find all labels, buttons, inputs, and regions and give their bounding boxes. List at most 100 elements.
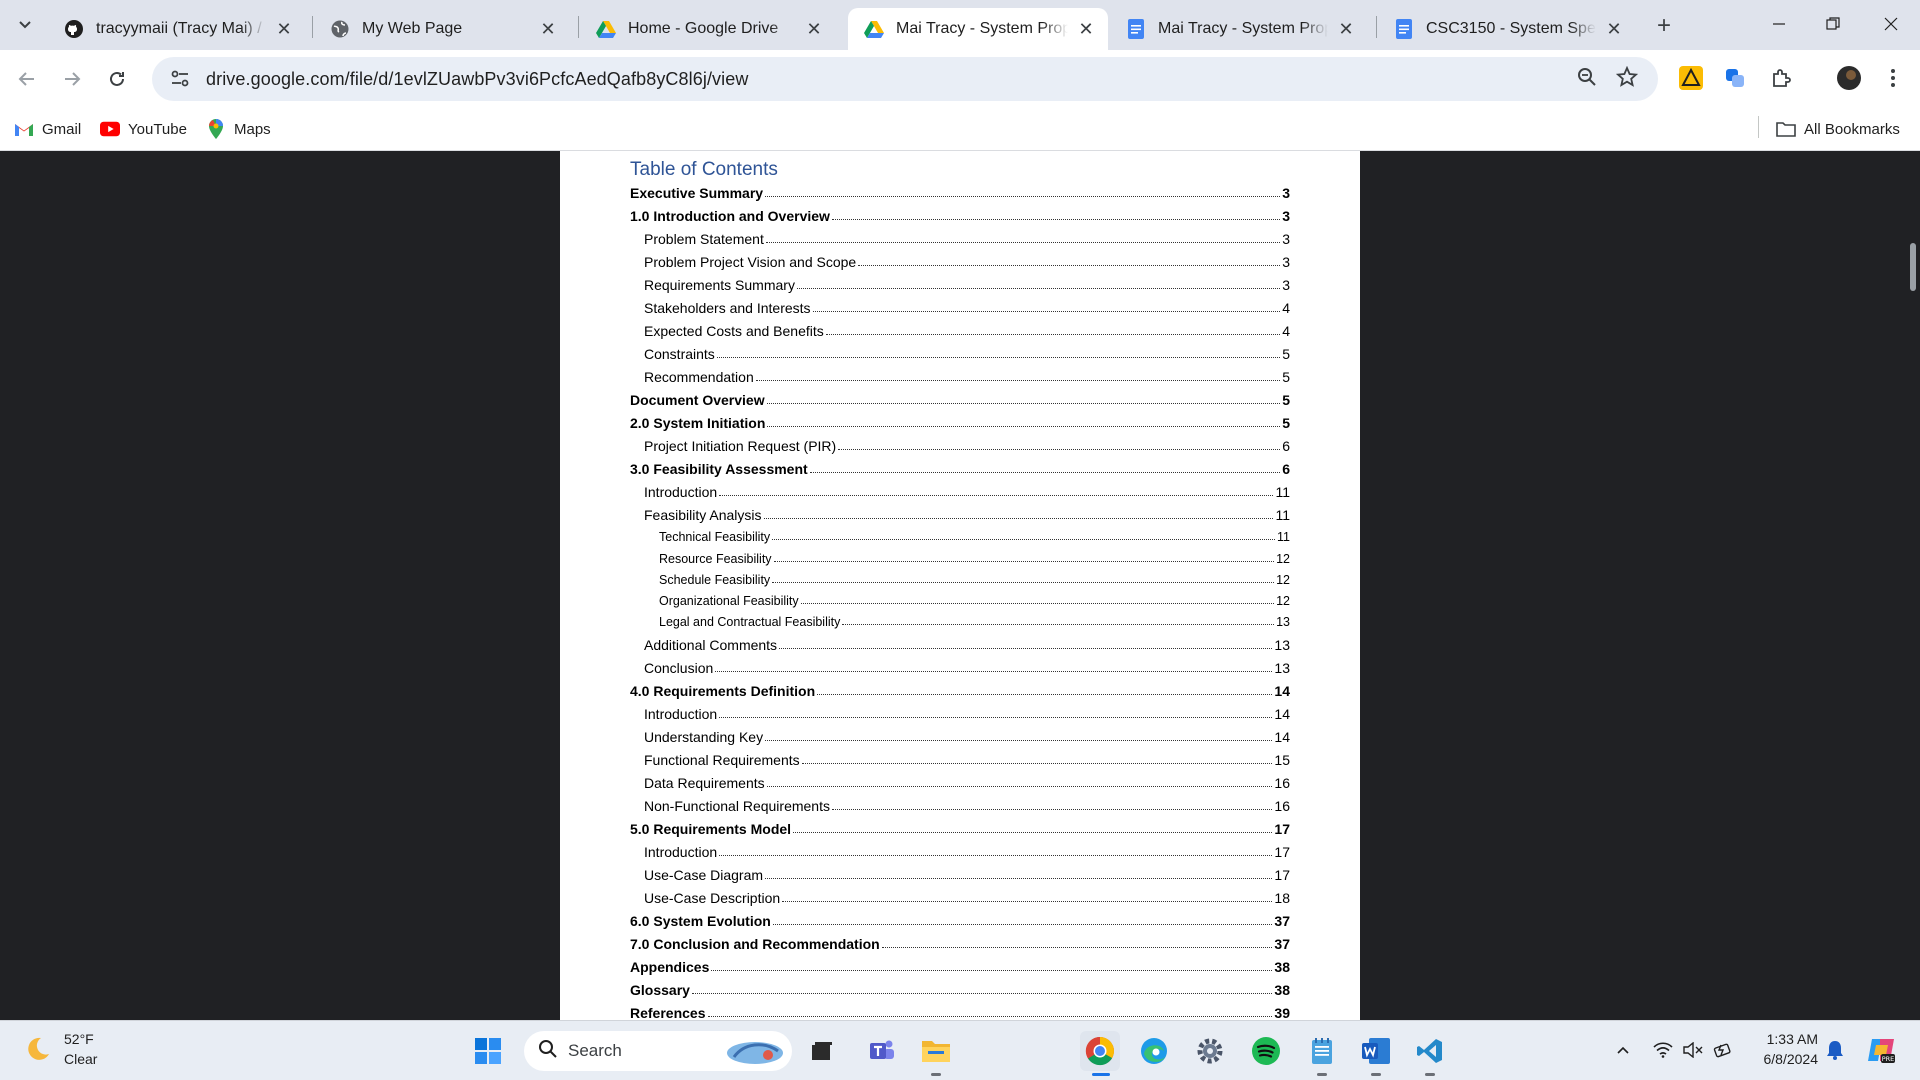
toc-entry-title: 2.0 System Initiation xyxy=(630,415,766,431)
tab-search-button[interactable] xyxy=(10,10,40,40)
toc-entry: Constraints 5 xyxy=(630,340,1290,362)
maps-icon xyxy=(206,119,226,139)
tab-csc3150-spec[interactable]: CSC3150 - System Specification ✕ xyxy=(1378,8,1636,50)
toc-leader-dots xyxy=(779,647,1273,649)
toc-leader-dots xyxy=(773,560,1275,562)
extension-blue-icon[interactable] xyxy=(1720,63,1750,93)
moon-icon xyxy=(20,1032,54,1066)
tab-my-web-page[interactable]: My Web Page ✕ xyxy=(314,8,570,50)
settings-button[interactable] xyxy=(1190,1031,1230,1071)
address-bar[interactable]: drive.google.com/file/d/1evlZUawbPv3vi6P… xyxy=(152,57,1658,101)
scrollbar-thumb[interactable] xyxy=(1910,243,1916,291)
back-button[interactable] xyxy=(10,62,44,96)
profile-avatar[interactable] xyxy=(1834,63,1864,93)
toc-entry: 4.0 Requirements Definition 14 xyxy=(630,677,1290,699)
volume-status[interactable] xyxy=(1680,1035,1706,1065)
zoom-icon xyxy=(1578,68,1596,86)
spotify-button[interactable] xyxy=(1246,1031,1286,1071)
extensions-puzzle-icon[interactable] xyxy=(1766,63,1796,93)
toc-entry-page: 17 xyxy=(1274,820,1290,837)
zoom-button[interactable] xyxy=(1570,60,1604,94)
chrome-icon xyxy=(1085,1036,1114,1066)
wifi-status[interactable] xyxy=(1650,1035,1676,1065)
toc-leader-dots xyxy=(772,923,1273,925)
file-explorer-button[interactable] xyxy=(916,1031,956,1071)
copilot-button[interactable]: PRE xyxy=(1864,1035,1898,1065)
active-indicator xyxy=(1092,1073,1110,1076)
forward-button[interactable] xyxy=(55,62,89,96)
show-hidden-icons[interactable] xyxy=(1610,1035,1636,1065)
edge-button[interactable] xyxy=(1134,1031,1174,1071)
toc-entry-title: Organizational Feasibility xyxy=(659,594,799,609)
arrow-left-icon xyxy=(18,72,34,86)
notifications-button[interactable] xyxy=(1822,1035,1848,1065)
toc-entry-page: 37 xyxy=(1274,935,1290,952)
close-icon[interactable]: ✕ xyxy=(274,19,294,39)
chevron-down-icon xyxy=(19,21,31,29)
bookmark-star-button[interactable] xyxy=(1610,60,1644,94)
chrome-button[interactable] xyxy=(1080,1031,1120,1071)
toc-entry-page: 17 xyxy=(1274,866,1290,883)
bookmark-maps[interactable]: Maps xyxy=(206,118,271,140)
word-button[interactable] xyxy=(1356,1031,1396,1071)
toc-leader-dots xyxy=(838,449,1281,450)
toc-leader-dots xyxy=(707,1015,1273,1017)
weather-temperature: 52°F xyxy=(64,1031,94,1047)
restore-button[interactable] xyxy=(1808,6,1858,42)
close-icon[interactable]: ✕ xyxy=(1336,19,1356,39)
window-close-button[interactable] xyxy=(1866,6,1916,42)
toc-entry-title: 1.0 Introduction and Overview xyxy=(630,208,830,224)
bookmark-gmail[interactable]: Gmail xyxy=(14,118,81,140)
tab-github[interactable]: tracyymaii (Tracy Mai) / Mai ✕ xyxy=(48,8,306,50)
reload-button[interactable] xyxy=(100,62,134,96)
toc-leader-dots xyxy=(842,624,1275,626)
toc-entry-title: Resource Feasibility xyxy=(659,551,772,566)
document-page[interactable]: Table of Contents Executive Summary 3 1.0 … xyxy=(560,151,1360,1020)
tab-mai-tracy-proposal-active[interactable]: Mai Tracy - System Proposal ✕ xyxy=(848,8,1108,50)
word-icon xyxy=(1362,1038,1390,1064)
start-button[interactable] xyxy=(468,1031,508,1071)
weather-widget[interactable]: 52°F Clear xyxy=(20,1029,97,1069)
toc-entry-title: 6.0 System Evolution xyxy=(630,912,771,929)
close-icon[interactable]: ✕ xyxy=(538,19,558,39)
bookmark-youtube[interactable]: YouTube xyxy=(100,118,187,140)
notepad-button[interactable] xyxy=(1302,1031,1342,1071)
site-info-icon[interactable] xyxy=(160,70,200,88)
toc-entry: Additional Comments 13 xyxy=(630,631,1290,653)
all-bookmarks-label: All Bookmarks xyxy=(1804,120,1900,138)
toc-entry: References 39 xyxy=(630,999,1290,1021)
toc-entry-page: 12 xyxy=(1276,572,1290,587)
folder-icon xyxy=(1776,120,1796,138)
toc-entry-title: Non-Functional Requirements xyxy=(644,797,830,814)
toc-entry: Organizational Feasibility 12 xyxy=(630,588,1290,608)
toc-entry-page: 13 xyxy=(1276,615,1290,630)
extension-warning-icon[interactable] xyxy=(1676,63,1706,93)
taskbar-search[interactable]: Search xyxy=(524,1031,792,1071)
teams-button[interactable] xyxy=(862,1031,902,1071)
tab-google-drive-home[interactable]: Home - Google Drive ✕ xyxy=(580,8,836,50)
battery-status[interactable] xyxy=(1710,1035,1736,1065)
vscode-button[interactable] xyxy=(1410,1031,1450,1071)
task-view-button[interactable] xyxy=(802,1031,842,1071)
close-icon[interactable]: ✕ xyxy=(1604,19,1624,39)
tab-divider xyxy=(1376,16,1377,38)
minimize-button[interactable] xyxy=(1754,6,1804,42)
toc-entry-title: Functional Requirements xyxy=(644,751,800,768)
tab-mai-tracy-proposal-doc[interactable]: Mai Tracy - System Proposal ✕ xyxy=(1110,8,1368,50)
toc-entry-title: Recommendation xyxy=(644,369,754,385)
toc-entry: Requirements Summary 3 xyxy=(630,271,1290,293)
close-icon[interactable]: ✕ xyxy=(1076,19,1096,39)
close-icon[interactable]: ✕ xyxy=(804,19,824,39)
toc-entry-title: Document Overview xyxy=(630,392,765,408)
new-tab-button[interactable]: + xyxy=(1650,12,1678,40)
browser-menu-icon[interactable] xyxy=(1878,63,1908,93)
toc-entry-page: 18 xyxy=(1274,889,1290,906)
toc-entry-page: 3 xyxy=(1282,277,1290,293)
system-clock[interactable]: 1:33 AM 6/8/2024 xyxy=(1748,1029,1819,1069)
toc-entry-page: 5 xyxy=(1282,346,1290,362)
toc-entry: Feasibility Analysis 11 xyxy=(630,501,1290,523)
tab-divider xyxy=(312,16,313,38)
all-bookmarks-button[interactable]: All Bookmarks xyxy=(1776,118,1900,140)
toc-entry-title: Introduction xyxy=(644,484,718,500)
toc-entry-title: Executive Summary xyxy=(630,185,764,201)
